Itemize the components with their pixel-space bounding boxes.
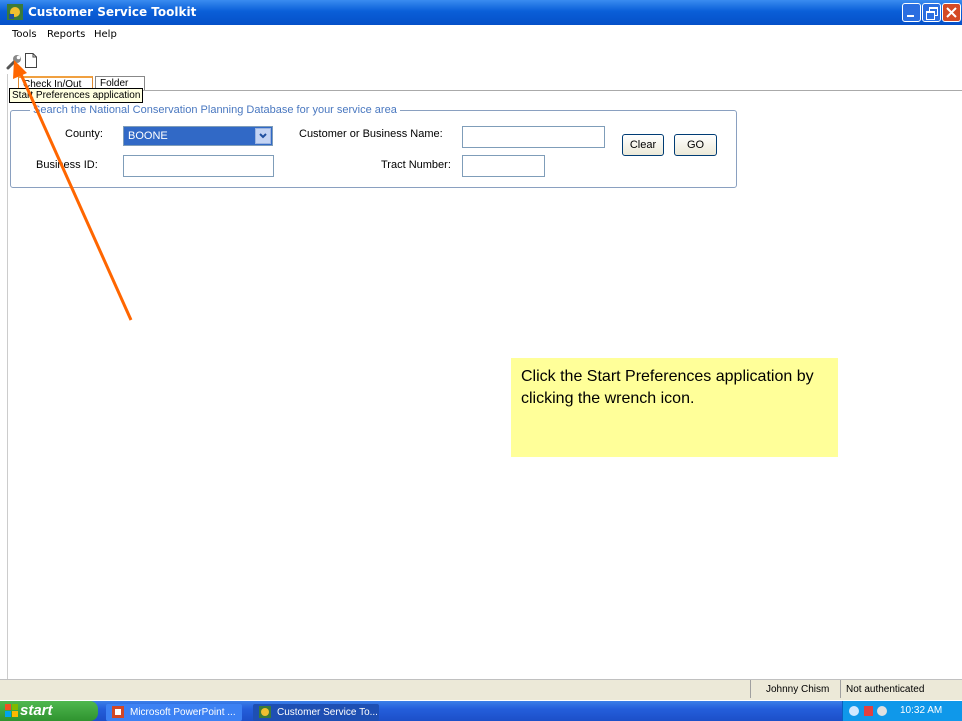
task-label: Microsoft PowerPoint ... [130, 707, 236, 718]
status-auth: Not authenticated [846, 684, 925, 695]
app-icon [259, 706, 271, 718]
clock: 10:32 AM [900, 705, 943, 716]
taskbar-item-powerpoint[interactable]: Microsoft PowerPoint ... [106, 704, 242, 721]
status-user: Johnny Chism [766, 684, 830, 695]
taskbar-item-customer-service[interactable]: Customer Service To... [253, 704, 379, 721]
status-divider [840, 680, 841, 698]
powerpoint-icon [112, 706, 124, 718]
task-label: Customer Service To... [277, 707, 378, 718]
windows-logo-icon [5, 704, 18, 717]
instruction-callout: Click the Start Preferences application … [511, 358, 838, 457]
tray-icons[interactable] [848, 704, 896, 718]
status-divider [750, 680, 751, 698]
start-label: start [20, 702, 53, 719]
